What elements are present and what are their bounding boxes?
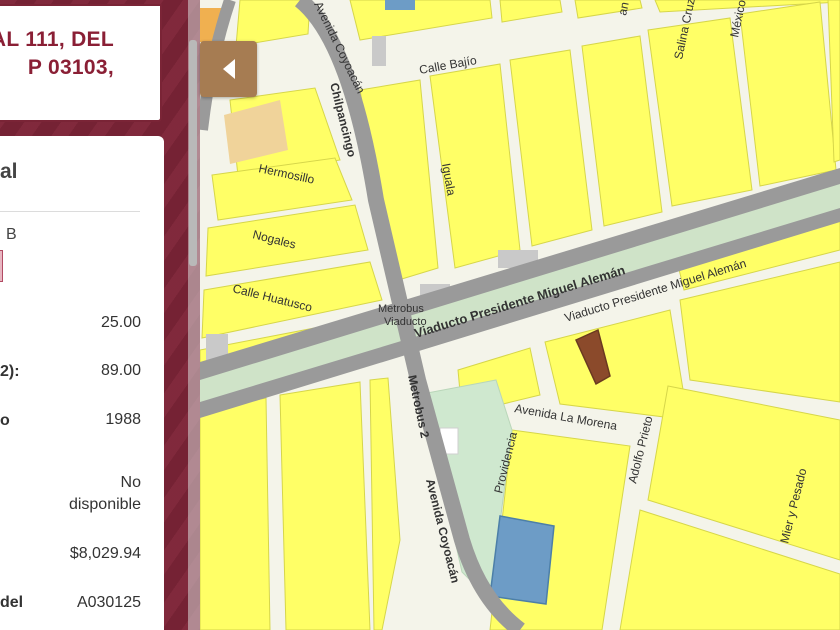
row-value-area-construccion: 89.00 [100,362,141,379]
property-panel: AL 111, DEL P 03103, al B 2): 25.00 89.0… [0,0,200,630]
divider [0,211,140,212]
address-line-2: P 03103, [27,56,114,79]
row-value-status-line2: disponible [68,496,141,513]
building-gray [372,36,386,66]
color-chip [0,250,3,282]
blue-parcel [385,0,415,10]
panel-scrollbar-thumb[interactable] [189,40,197,266]
city-block [200,397,271,630]
section-label: B [6,226,17,243]
address-line-1: AL 111, DEL [0,28,114,51]
row-label-area-const: 2): [0,363,20,380]
map-canvas[interactable]: Calle Bajío Hermosillo Nogales Calle Hua… [200,0,840,630]
row-label-key: del [0,594,24,611]
row-value-year: 1988 [105,411,141,428]
row-value-area-terreno: 25.00 [100,314,141,331]
row-value-status-line1: No [120,474,141,491]
city-block [279,381,371,630]
street-label-metrobus-viaducto-2: Viaducto [384,316,427,328]
card-title: al [0,160,18,183]
street-label-an: an [615,1,631,17]
chevron-left-icon [223,59,235,79]
blue-parcel [489,515,555,605]
row-value-price: $8,029.94 [69,545,141,562]
row-label-year: o [0,412,10,429]
property-info-card: al B 2): 25.00 89.00 o 1988 No disponibl… [0,136,164,630]
row-value-key: A030125 [76,594,141,611]
collapse-panel-button[interactable] [200,41,257,97]
address-card: AL 111, DEL P 03103, [0,4,162,122]
map-view[interactable]: Calle Bajío Hermosillo Nogales Calle Hua… [200,0,840,630]
street-label-metrobus-viaducto-1: Metrobus [378,303,424,315]
